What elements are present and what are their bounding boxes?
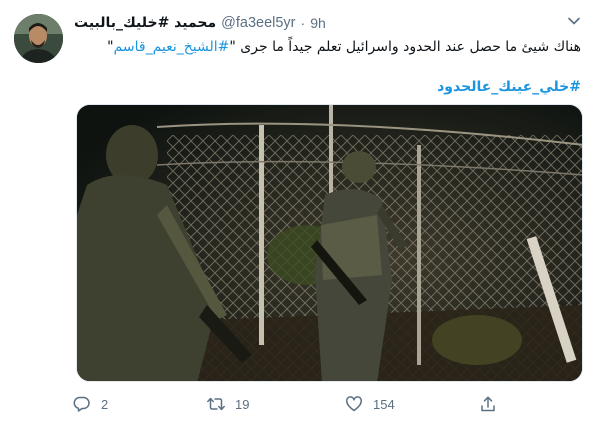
chevron-down-icon[interactable]	[565, 12, 583, 30]
tweet-media-image[interactable]	[76, 104, 583, 382]
retweet-button[interactable]: 19	[206, 392, 249, 416]
user-handle[interactable]: @fa3eel5yr	[221, 15, 295, 31]
retweet-count: 19	[235, 396, 250, 412]
retweet-icon	[206, 394, 226, 414]
reply-count: 2	[101, 396, 109, 412]
tweet-actions: 2 19 154	[72, 392, 502, 416]
like-count: 154	[373, 396, 395, 412]
tweet-header: محميد #خليك_بالبيت @fa3eel5yr · 9h	[74, 13, 555, 33]
tweet-text-part1: هناك شيئ ما حصل عند الحدود واسرائيل تعلم…	[229, 39, 581, 55]
tweet-hashtag-line: #خلي_عينك_عالحدود	[81, 77, 581, 97]
tweet-text: هناك شيئ ما حصل عند الحدود واسرائيل تعلم…	[81, 37, 581, 57]
reply-button[interactable]: 2	[72, 392, 108, 416]
like-button[interactable]: 154	[344, 392, 395, 416]
share-button[interactable]	[478, 392, 498, 416]
timestamp[interactable]: 9h	[310, 15, 326, 31]
separator-dot: ·	[300, 15, 306, 31]
avatar[interactable]	[14, 14, 63, 63]
night-border-fence-photo	[77, 105, 582, 381]
hashtag-link[interactable]: #خلي_عينك_عالحدود	[437, 79, 581, 95]
reply-icon	[72, 394, 92, 414]
share-icon	[478, 394, 498, 414]
display-name[interactable]: محميد #خليك_بالبيت	[74, 15, 216, 31]
tweet-card[interactable]: محميد #خليك_بالبيت @fa3eel5yr · 9h هناك …	[0, 0, 595, 423]
hashtag-link-inline[interactable]: #الشيخ_نعيم_قاسم	[114, 39, 230, 55]
like-icon	[344, 394, 364, 414]
